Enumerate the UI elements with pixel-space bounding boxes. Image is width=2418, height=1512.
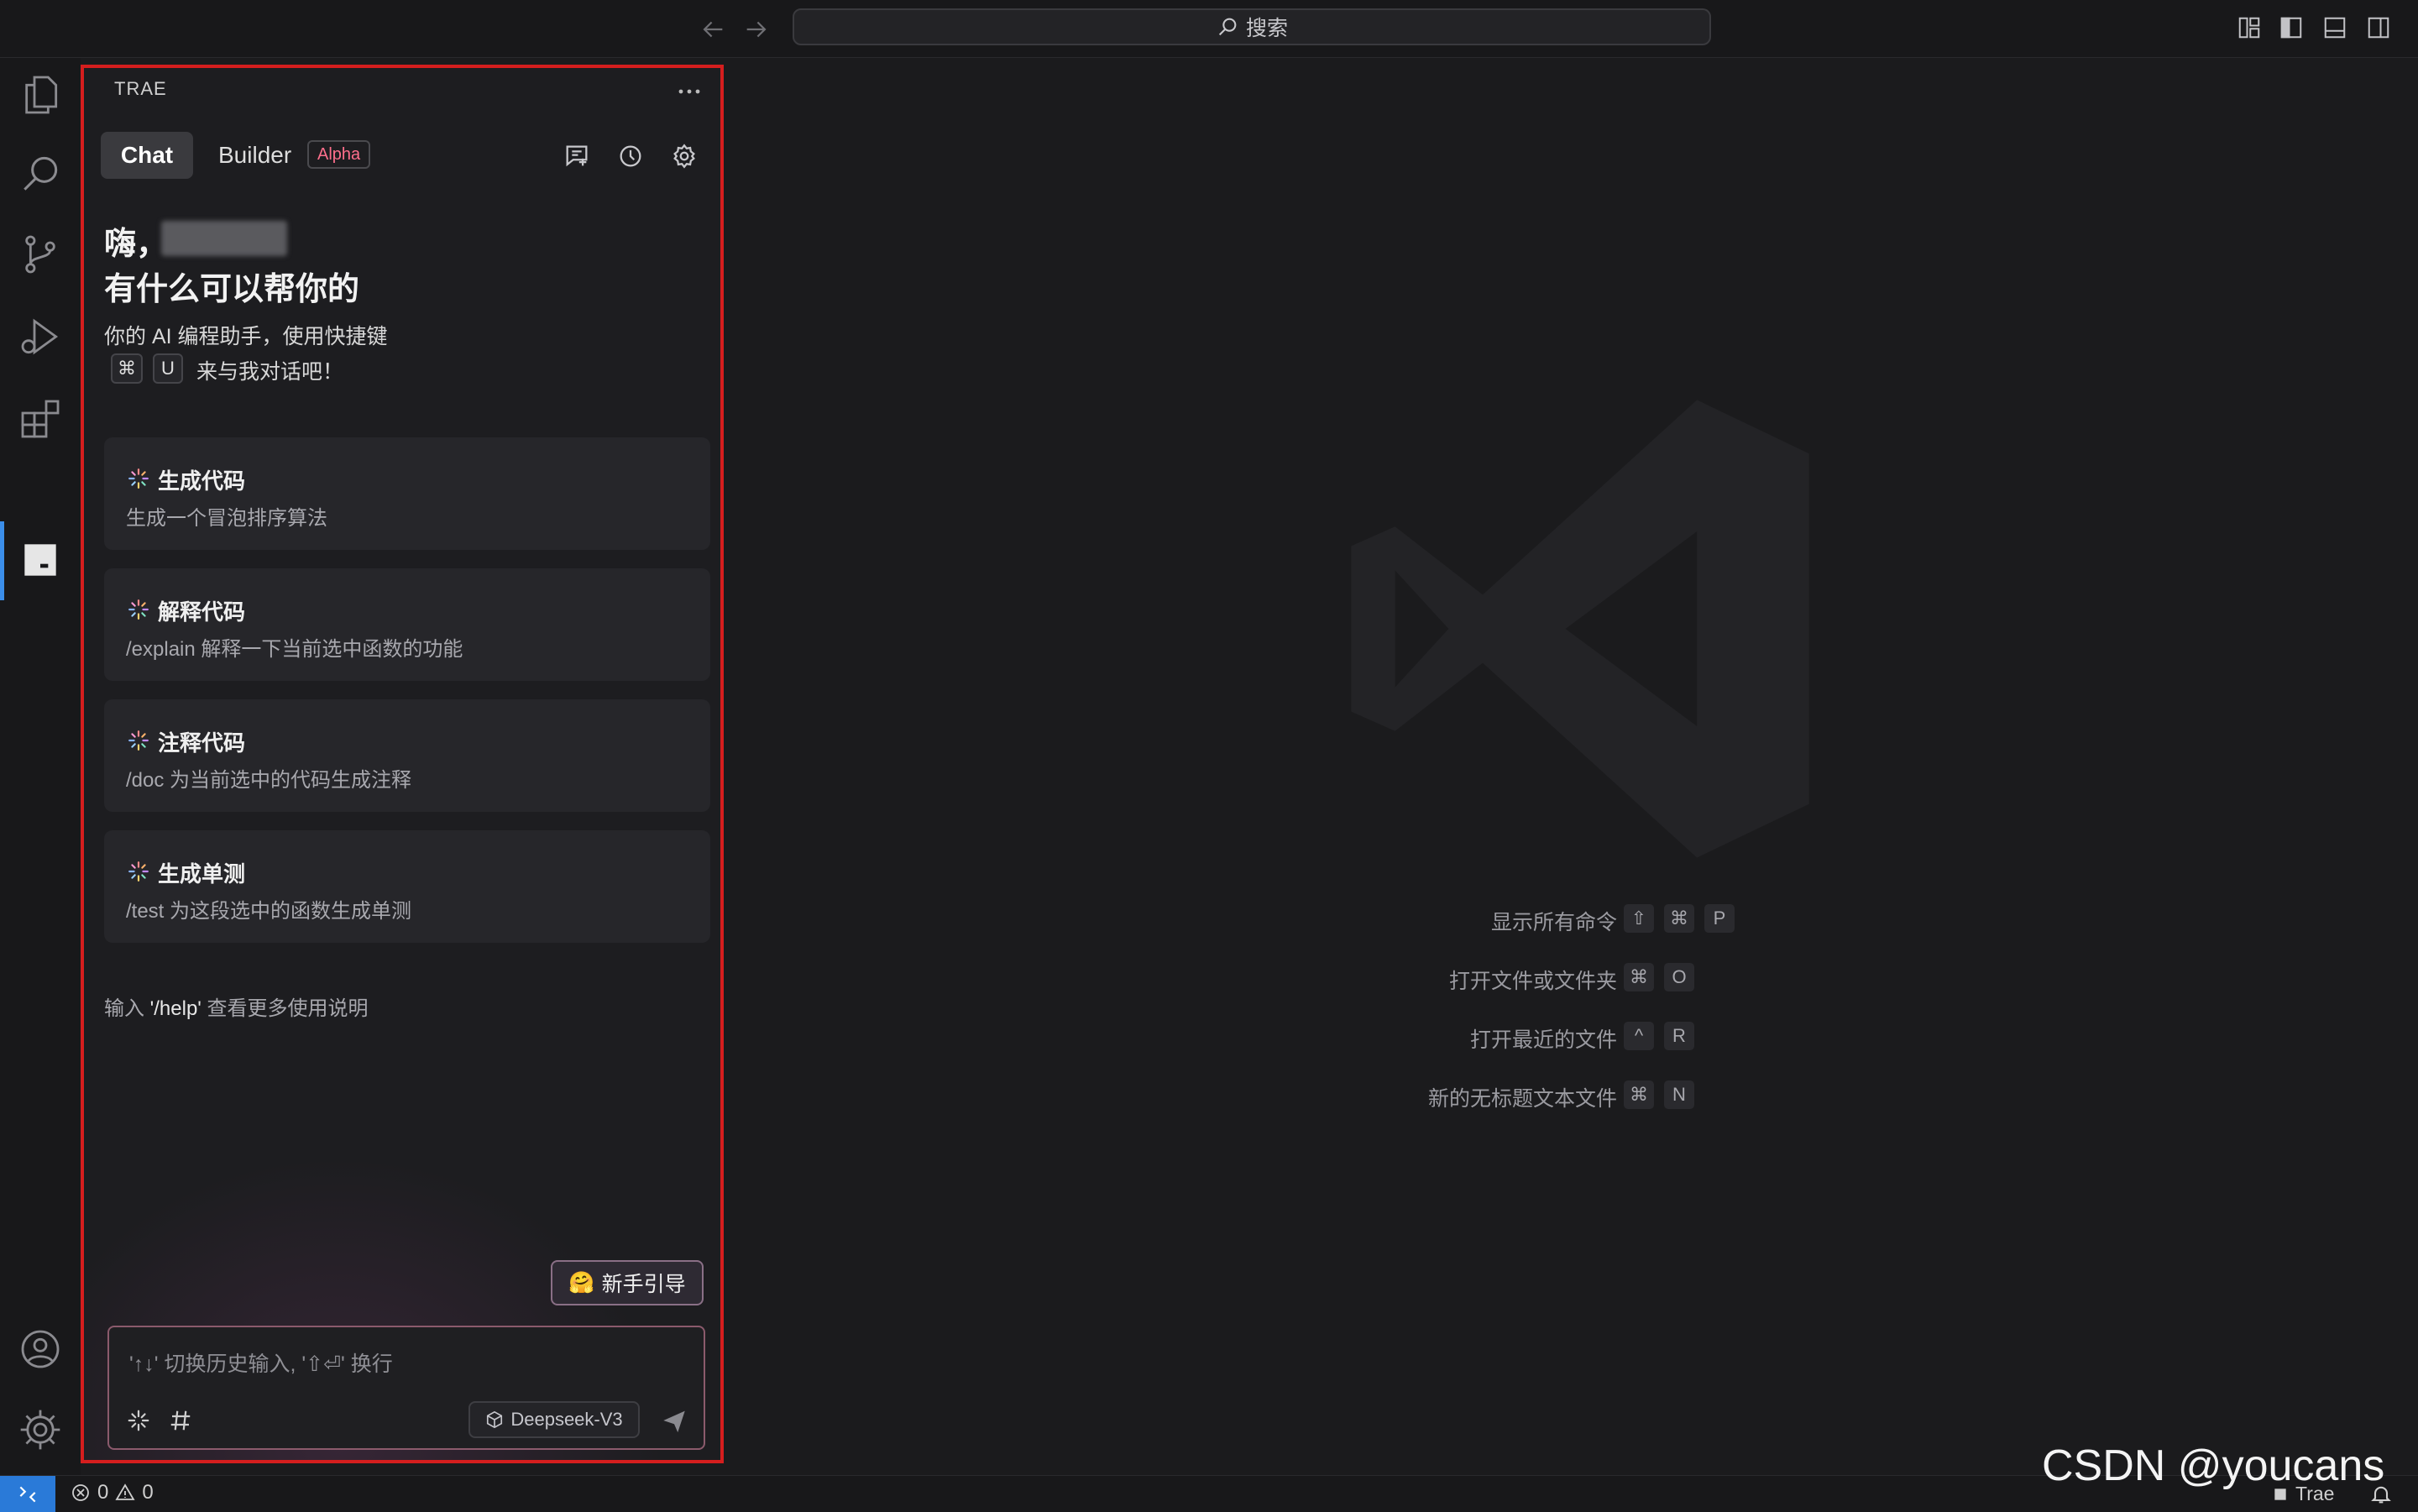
problems-indicator[interactable]: 0 0 <box>71 1481 154 1504</box>
intro-text-2: 来与我对话吧！ <box>196 360 344 384</box>
suggestion-card-explain[interactable]: 解释代码 /explain 解释一下当前选中函数的功能 <box>104 568 710 681</box>
card-title: 注释代码 <box>158 730 246 756</box>
shortcut-key: ^ <box>1624 1022 1654 1050</box>
error-count: 0 <box>97 1481 109 1504</box>
blurred-username <box>161 221 287 256</box>
greeting: 嗨， <box>104 227 169 262</box>
forward-arrow-icon[interactable] <box>742 15 771 44</box>
model-name: Deepseek-V3 <box>510 1409 623 1430</box>
intro-text: 你的 AI 编程助手，使用快捷键 <box>104 325 388 348</box>
activity-bar <box>0 58 81 1475</box>
shortcut-key: P <box>1704 904 1735 933</box>
sparkle-icon <box>128 730 149 751</box>
shortcut-key: N <box>1664 1080 1694 1109</box>
cube-icon <box>485 1410 504 1429</box>
history-icon[interactable] <box>616 142 645 170</box>
trae-icon[interactable] <box>17 536 64 583</box>
vscode-logo-watermark <box>1351 400 1809 858</box>
card-title: 生成代码 <box>158 468 246 494</box>
more-actions-icon[interactable] <box>675 81 704 102</box>
command-center-search[interactable]: 搜索 <box>793 8 1711 45</box>
shortcut-key: O <box>1664 963 1694 991</box>
warning-icon <box>115 1483 135 1503</box>
help-prefix: 输入 <box>104 997 150 1020</box>
shortcut-key: ⌘ <box>1624 963 1654 991</box>
shortcut-key: ⌘ <box>1664 904 1694 933</box>
send-icon[interactable] <box>660 1406 688 1435</box>
new-chat-icon[interactable] <box>563 142 591 170</box>
hug-emoji-icon: 🤗 <box>568 1270 595 1295</box>
card-title: 解释代码 <box>158 599 246 625</box>
toggle-panel-icon[interactable] <box>2322 15 2347 40</box>
csdn-watermark-text: CSDN @youcans <box>2042 1441 2385 1490</box>
back-arrow-icon[interactable] <box>699 15 727 44</box>
chat-input-placeholder[interactable]: '↑↓' 切换历史输入, '⇧⏎' 换行 <box>129 1347 393 1378</box>
tab-builder[interactable]: Builder <box>218 142 291 169</box>
remote-indicator-icon[interactable] <box>0 1476 55 1512</box>
active-indicator <box>0 521 4 600</box>
shortcut-key: ⌘ <box>111 353 143 384</box>
title-bar: 搜索 <box>0 0 2418 58</box>
suggestion-card-generate[interactable]: 生成代码 生成一个冒泡排序算法 <box>104 437 710 550</box>
shortcut-label: 新的无标题文本文件 <box>1427 1087 1617 1111</box>
run-debug-icon[interactable] <box>17 313 64 360</box>
suggestion-card-test[interactable]: 生成单测 /test 为这段选中的函数生成单测 <box>104 830 710 943</box>
settings-gear-icon[interactable] <box>17 1406 64 1453</box>
error-icon <box>71 1483 91 1503</box>
card-description: /doc 为当前选中的代码生成注释 <box>126 769 412 792</box>
shortcut-label: 打开最近的文件 <box>1469 1028 1617 1052</box>
shortcut-key: U <box>153 353 183 384</box>
panel-title: TRAE <box>114 78 167 99</box>
source-control-icon[interactable] <box>17 231 64 278</box>
search-icon <box>1216 15 1239 39</box>
toggle-primary-sidebar-icon[interactable] <box>2279 15 2304 40</box>
shortcut-label: 打开文件或文件夹 <box>1448 970 1617 993</box>
help-command: '/help' <box>149 997 202 1020</box>
card-title: 生成单测 <box>158 861 246 887</box>
guide-label: 新手引导 <box>601 1273 686 1296</box>
shortcut-label: 显示所有命令 <box>1490 911 1617 934</box>
greeting-subtitle: 有什么可以帮你的 <box>104 272 360 307</box>
tab-chat[interactable]: Chat <box>101 132 193 179</box>
prompt-sparkle-icon[interactable] <box>126 1408 151 1433</box>
sparkle-icon <box>128 599 149 620</box>
shortcut-key: ⌘ <box>1624 1080 1654 1109</box>
sparkle-icon <box>128 468 149 489</box>
chat-input-box[interactable]: '↑↓' 切换历史输入, '⇧⏎' 换行 Deepseek-V3 <box>107 1326 705 1450</box>
search-icon[interactable] <box>17 150 64 197</box>
editor-area: 显示所有命令 ⇧ ⌘ P 打开文件或文件夹 ⌘ O 打开最近的文件 ^ R 新的… <box>724 58 2418 1475</box>
extensions-icon[interactable] <box>17 395 64 442</box>
card-description: 生成一个冒泡排序算法 <box>126 507 327 530</box>
suggestion-card-doc[interactable]: 注释代码 /doc 为当前选中的代码生成注释 <box>104 699 710 812</box>
alpha-badge: Alpha <box>307 140 371 169</box>
help-suffix: 查看更多使用说明 <box>201 997 369 1020</box>
sparkle-icon <box>128 861 149 882</box>
card-description: /explain 解释一下当前选中函数的功能 <box>126 638 463 661</box>
shortcut-key: ⇧ <box>1624 904 1654 933</box>
panel-settings-icon[interactable] <box>670 142 699 170</box>
model-selector[interactable]: Deepseek-V3 <box>468 1401 640 1438</box>
trae-chat-panel: TRAE Chat Builder Alpha 嗨， 有什么可以帮你的 你的 A… <box>81 65 724 1463</box>
customize-layout-icon[interactable] <box>2237 15 2262 40</box>
help-hint: 输入 '/help' 查看更多使用说明 <box>104 991 369 1021</box>
search-label: 搜索 <box>1245 17 1288 40</box>
shortcut-key: R <box>1664 1022 1694 1050</box>
explorer-icon[interactable] <box>17 71 64 118</box>
account-icon[interactable] <box>17 1326 64 1373</box>
warning-count: 0 <box>142 1481 154 1504</box>
toggle-secondary-sidebar-icon[interactable] <box>2366 15 2391 40</box>
beginner-guide-button[interactable]: 🤗 新手引导 <box>551 1260 704 1305</box>
context-hash-icon[interactable] <box>168 1408 193 1433</box>
card-description: /test 为这段选中的函数生成单测 <box>126 900 412 923</box>
